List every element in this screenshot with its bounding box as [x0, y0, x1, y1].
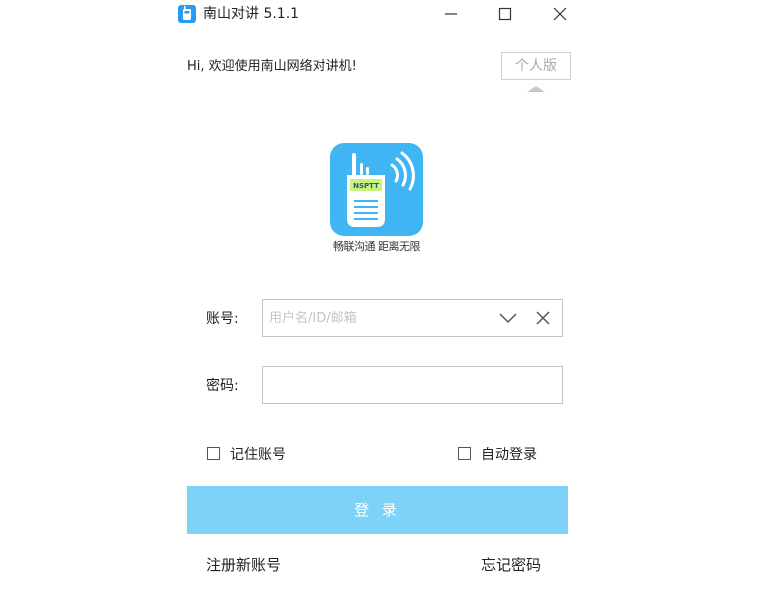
logo-slogan: 畅联沟通 距离无限: [333, 240, 421, 253]
login-window: 南山对讲 5.1.1 Hi, 欢迎使用南山网络对讲机! 个人版 NSPTT 畅联…: [0, 0, 783, 594]
register-link[interactable]: 注册新账号: [206, 555, 281, 575]
account-input[interactable]: [269, 300, 489, 336]
password-label: 密码:: [206, 378, 239, 394]
auto-login-label: 自动登录: [481, 447, 537, 463]
account-field: [262, 299, 563, 337]
close-button[interactable]: [537, 0, 583, 28]
app-logo: NSPTT: [330, 143, 423, 236]
edition-caret-icon: [527, 86, 545, 92]
close-icon: [553, 7, 567, 21]
chevron-down-icon[interactable]: [499, 311, 517, 325]
checkbox-icon: [458, 447, 471, 460]
remember-account-label: 记住账号: [230, 447, 286, 463]
password-field: [262, 366, 563, 404]
minimize-icon: [445, 13, 457, 15]
walkie-talkie-app-icon: [178, 5, 196, 23]
window-title: 南山对讲 5.1.1: [203, 6, 300, 22]
password-input[interactable]: [269, 367, 554, 403]
clear-icon[interactable]: [535, 310, 551, 326]
minimize-button[interactable]: [428, 0, 474, 28]
maximize-button[interactable]: [482, 0, 528, 28]
edition-button[interactable]: 个人版: [501, 52, 571, 80]
maximize-icon: [498, 7, 512, 21]
account-label: 账号:: [206, 311, 239, 327]
checkbox-icon: [207, 447, 220, 460]
logo-badge-text: NSPTT: [353, 182, 379, 190]
welcome-text: Hi, 欢迎使用南山网络对讲机!: [187, 59, 357, 74]
login-button[interactable]: 登 录: [187, 486, 568, 534]
forgot-password-link[interactable]: 忘记密码: [481, 555, 541, 575]
